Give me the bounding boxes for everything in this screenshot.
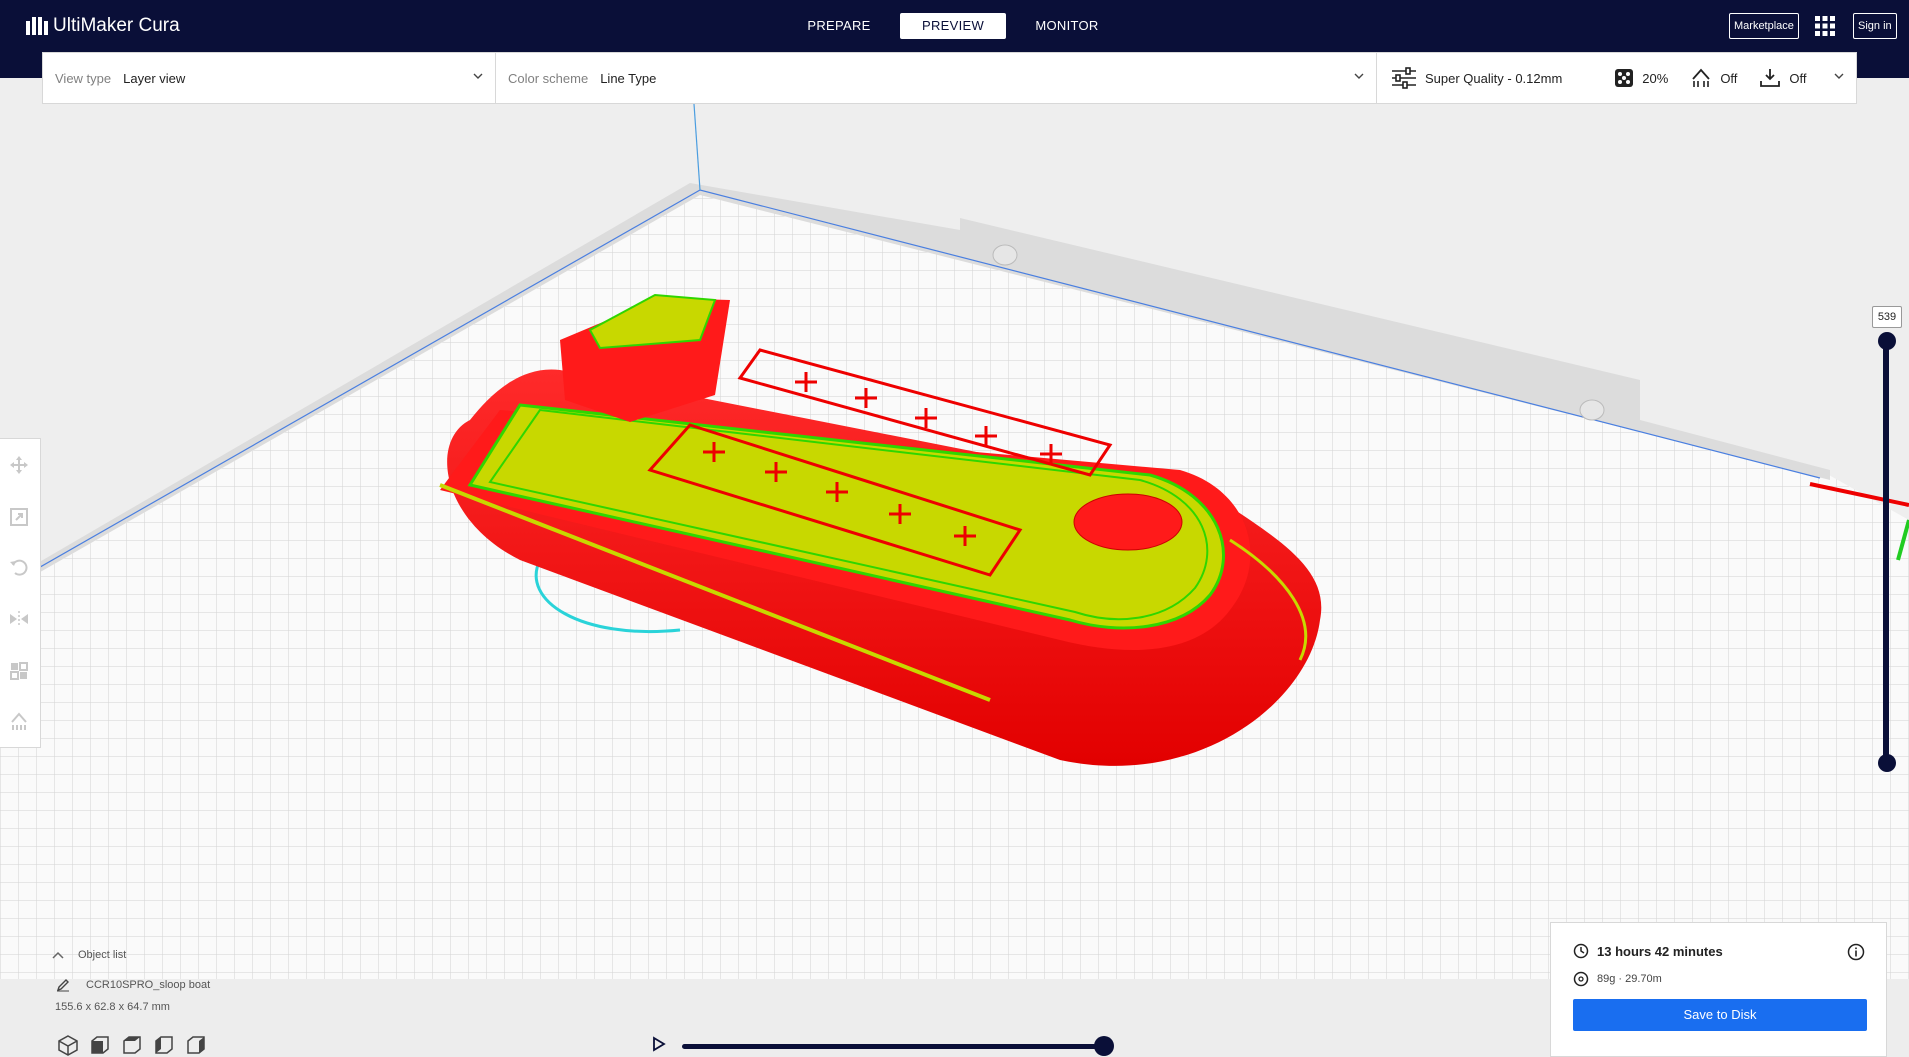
spool-icon <box>1573 971 1589 987</box>
tool-strip <box>0 438 41 748</box>
path-slider-track[interactable] <box>682 1044 1104 1049</box>
object-list-panel: Object list CCR10SPRO_sloop boat 155.6 x… <box>52 944 210 1018</box>
material-usage: 89g · 29.70m <box>1597 973 1662 985</box>
print-time-row: 13 hours 42 minutes <box>1573 943 1723 959</box>
print-info-panel: 13 hours 42 minutes 89g · 29.70m Save to… <box>1550 922 1887 1057</box>
infill-value: 20% <box>1642 70 1669 86</box>
support-blocker-button[interactable] <box>5 707 33 735</box>
layer-slider-upper-handle[interactable] <box>1878 332 1896 350</box>
view-front-icon[interactable] <box>88 1033 112 1057</box>
scale-icon <box>10 508 28 526</box>
per-model-settings-button[interactable] <box>5 657 33 685</box>
view-top-icon[interactable] <box>120 1033 144 1057</box>
tab-monitor[interactable]: MONITOR <box>1014 13 1120 39</box>
per-model-settings-icon <box>10 662 28 680</box>
move-icon <box>10 456 28 474</box>
view-3d-icon[interactable] <box>56 1033 80 1057</box>
stage-tabs: PREPARE PREVIEW MONITOR <box>786 13 1120 39</box>
rotate-tool-button[interactable] <box>5 553 33 581</box>
support-icon <box>1692 68 1710 87</box>
adhesion-value: Off <box>1789 70 1807 86</box>
layer-slider-lower-handle[interactable] <box>1878 754 1896 772</box>
chevron-down-icon <box>473 73 483 79</box>
clock-icon <box>1573 943 1589 959</box>
view-settings-toolbar: View type Layer view Color scheme Line T… <box>42 52 1857 104</box>
view-right-icon[interactable] <box>184 1033 208 1057</box>
object-dimensions: 155.6 x 62.8 x 64.7 mm <box>55 1001 170 1013</box>
sign-in-button[interactable]: Sign in <box>1853 13 1897 39</box>
object-name: CCR10SPRO_sloop boat <box>86 979 211 991</box>
app-logo: UltiMaker Cura <box>26 14 180 38</box>
color-scheme-label: Color scheme <box>508 70 589 86</box>
quality-profile: Super Quality - 0.12mm <box>1391 67 1562 89</box>
view-type-label: View type <box>55 70 112 86</box>
tab-preview[interactable]: PREVIEW <box>900 13 1006 39</box>
view-type-value: Layer view <box>123 70 186 86</box>
path-slider-handle[interactable] <box>1094 1036 1114 1056</box>
quality-profile-value: Super Quality - 0.12mm <box>1425 70 1563 86</box>
view-left-icon[interactable] <box>152 1033 176 1057</box>
camera-view-buttons <box>56 1033 208 1057</box>
ultimaker-logo-icon <box>26 17 48 35</box>
color-scheme-value: Line Type <box>600 70 657 86</box>
object-list-title: Object list <box>78 949 127 961</box>
build-plate-scene <box>0 78 1909 979</box>
chevron-up-icon <box>52 951 64 959</box>
info-icon[interactable] <box>1847 943 1865 961</box>
chevron-down-icon <box>1354 73 1364 79</box>
tab-prepare[interactable]: PREPARE <box>786 13 892 39</box>
scale-tool-button[interactable] <box>5 503 33 531</box>
view-type-dropdown[interactable]: View type Layer view <box>43 53 496 103</box>
print-time: 13 hours 42 minutes <box>1597 943 1723 959</box>
sliders-icon <box>1392 67 1416 89</box>
material-row: 89g · 29.70m <box>1573 971 1662 987</box>
marketplace-button[interactable]: Marketplace <box>1729 13 1799 39</box>
3d-viewport[interactable]: 539 Object list CCR10SPRO_sloop boat 155… <box>0 78 1909 1057</box>
object-list-toggle[interactable]: Object list <box>52 944 210 966</box>
infill-icon <box>1615 69 1634 87</box>
print-settings-selector[interactable]: Super Quality - 0.12mm 20% Off Off <box>1377 53 1856 103</box>
support-setting: Off <box>1690 67 1737 89</box>
play-simulation-icon[interactable] <box>652 1036 666 1052</box>
support-blocker-icon <box>11 712 27 730</box>
rotate-icon <box>10 559 28 576</box>
color-scheme-dropdown[interactable]: Color scheme Line Type <box>496 53 1377 103</box>
app-title: UltiMaker Cura <box>53 15 180 36</box>
layer-slider-track[interactable] <box>1883 341 1889 763</box>
layer-number-field[interactable]: 539 <box>1872 306 1902 328</box>
infill-setting: 20% <box>1614 68 1668 88</box>
move-tool-button[interactable] <box>5 451 33 479</box>
adhesion-setting: Off <box>1759 67 1807 89</box>
adhesion-icon <box>1760 69 1781 87</box>
object-list-item[interactable]: CCR10SPRO_sloop boat <box>52 974 210 996</box>
pencil-icon <box>56 979 69 992</box>
chevron-down-icon <box>1834 73 1844 79</box>
apps-grid-icon[interactable] <box>1815 16 1835 36</box>
mirror-icon <box>10 611 28 627</box>
support-value: Off <box>1720 70 1738 86</box>
save-to-disk-button[interactable]: Save to Disk <box>1573 999 1867 1031</box>
mirror-tool-button[interactable] <box>5 605 33 633</box>
